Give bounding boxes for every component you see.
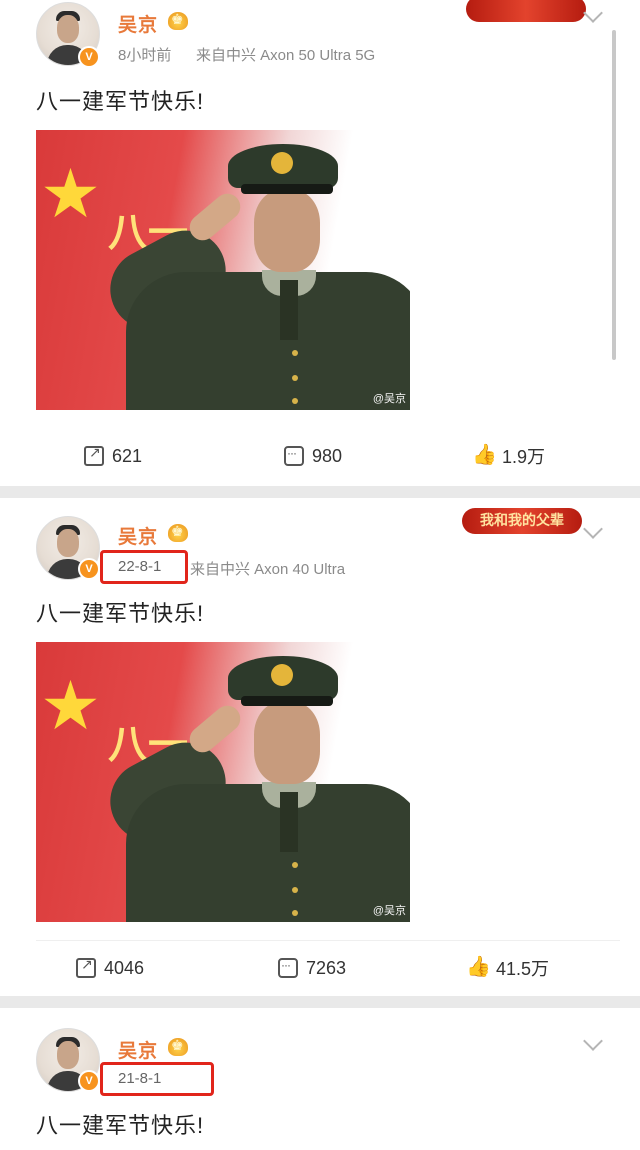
- like-icon: [466, 954, 491, 979]
- share-icon: [84, 444, 104, 466]
- like-button[interactable]: 1.9万: [472, 442, 546, 470]
- username[interactable]: 吴京: [118, 522, 158, 549]
- star-shape: ★: [40, 668, 101, 744]
- comment-button[interactable]: 7263: [278, 954, 346, 982]
- post-text: 八一建军节快乐!: [36, 89, 205, 114]
- post-source[interactable]: 来自中兴 Axon 40 Ultra: [190, 558, 345, 579]
- scrollbar[interactable]: [612, 30, 616, 360]
- share-icon: [76, 956, 96, 978]
- share-count: 621: [112, 445, 143, 466]
- chevron-down-icon[interactable]: [583, 1031, 603, 1051]
- like-button[interactable]: 41.5万: [466, 954, 550, 982]
- photo-watermark: @吴京: [372, 393, 406, 405]
- comment-count: 7263: [306, 957, 347, 978]
- crown-icon: [168, 523, 188, 542]
- weibo-feed: V 吴京 8小时前 来自中兴 Axon 50 Ultra 5G 八一建军节快乐!…: [0, 0, 640, 1150]
- photo-watermark: @吴京: [372, 905, 406, 917]
- star-shape: ★: [40, 156, 101, 232]
- crown-icon: [168, 1037, 188, 1056]
- like-count: 41.5万: [496, 959, 550, 979]
- share-button[interactable]: 621: [84, 442, 142, 470]
- chevron-down-icon[interactable]: [583, 519, 603, 539]
- verified-badge-icon: V: [78, 558, 100, 580]
- feed-divider: [0, 996, 640, 1008]
- verified-badge-icon: V: [78, 1070, 100, 1092]
- post-time: 8小时前: [118, 47, 172, 64]
- like-count: 1.9万: [502, 447, 546, 467]
- feed-divider: [0, 486, 640, 498]
- comment-button[interactable]: 980: [284, 442, 342, 470]
- comment-count: 980: [312, 445, 343, 466]
- share-count: 4046: [104, 957, 145, 978]
- post-text: 八一建军节快乐!: [36, 601, 205, 626]
- post-3: V 吴京 21-8-1 八一建军节快乐!: [0, 1008, 640, 1150]
- chevron-down-icon[interactable]: [583, 3, 603, 23]
- post-banner[interactable]: [466, 0, 586, 22]
- comment-icon: [284, 446, 304, 466]
- username[interactable]: 吴京: [118, 1036, 158, 1063]
- post-time: 22-8-1: [118, 558, 162, 575]
- crown-icon: [168, 11, 188, 30]
- verified-badge-icon: V: [78, 46, 100, 68]
- post-text: 八一建军节快乐!: [36, 1113, 205, 1138]
- post-separator: [36, 940, 620, 941]
- comment-icon: [278, 958, 298, 978]
- share-button[interactable]: 4046: [76, 954, 144, 982]
- post-photo[interactable]: ★ 八一 @吴京: [36, 642, 410, 922]
- like-icon: [472, 442, 497, 467]
- post-time: 21-8-1: [118, 1070, 162, 1087]
- post-2: 我和我的父辈 V 吴京 22-8-1 来自中兴 Axon 40 Ultra 八一…: [0, 498, 640, 998]
- post-source[interactable]: 来自中兴 Axon 50 Ultra 5G: [196, 44, 375, 65]
- username[interactable]: 吴京: [118, 10, 158, 37]
- post-banner[interactable]: 我和我的父辈: [462, 508, 582, 534]
- post-1: V 吴京 8小时前 来自中兴 Axon 50 Ultra 5G 八一建军节快乐!…: [0, 0, 640, 486]
- post-photo[interactable]: ★ 八一 @吴京: [36, 130, 410, 410]
